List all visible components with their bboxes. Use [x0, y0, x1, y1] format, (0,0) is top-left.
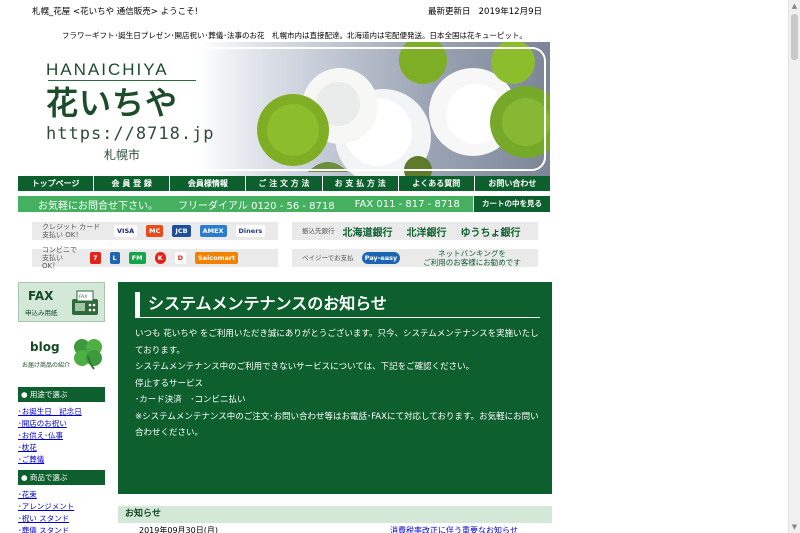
fax-number: FAX 011 - 817 - 8718 [354, 198, 460, 210]
maintenance-paragraph: ･カード決済 ･コンビニ払い [135, 395, 246, 405]
nav-member-info[interactable]: 会員様情報 [170, 176, 247, 191]
product-item-funeral-stand[interactable]: ･葬儀 スタンド [18, 525, 105, 533]
last-updated: 最新更新日 2019年12月9日 [428, 7, 542, 17]
seicomart-logo: Seicomart [195, 252, 239, 264]
fax-machine-icon: FAX [72, 290, 98, 315]
credit-card-strip: クレジット カード 支払い OK！ VISA MC JCB AMEX Diner… [32, 222, 278, 240]
bank-hokkaido: 北海道銀行 [342, 227, 393, 239]
scroll-thumb[interactable] [791, 14, 798, 60]
bank-label: 振込先銀行 [302, 227, 335, 235]
dailyyamazaki-logo: D [174, 252, 187, 264]
maintenance-body: いつも 花いちや をご利用いただき誠にありがとうございます。只今、システムメンテ… [135, 326, 541, 442]
product-item-celebration-stand[interactable]: ･祝い スタンド [18, 513, 105, 525]
bank-strip: 振込先銀行 北海道銀行 北洋銀行 ゆうちょ銀行 [292, 222, 538, 240]
purpose-item-opening[interactable]: ･開店のお祝い [18, 418, 105, 430]
vertical-scrollbar[interactable]: ▲ ▼ [788, 0, 800, 533]
page: 札幌_花屋 <花いちや 通信販売> ようこそ! 最新更新日 2019年12月9日… [0, 0, 800, 533]
product-heading: ● 商品で選ぶ [18, 470, 105, 485]
view-cart-button[interactable]: カートの中を見る [474, 196, 550, 212]
maintenance-paragraph: いつも 花いちや をご利用いただき誠にありがとうございます。只今、システムメンテ… [135, 329, 539, 356]
nav-contact[interactable]: お問い合わせ [475, 176, 550, 191]
seven-eleven-logo: 7 [90, 252, 101, 264]
purpose-item-funeral[interactable]: ･ご葬儀 [18, 454, 105, 466]
nav-faq[interactable]: よくある質問 [399, 176, 475, 191]
nav-payment-method[interactable]: お 支 払 方 法 [323, 176, 399, 191]
bank-hokuyo: 北洋銀行 [406, 227, 447, 239]
news-date: 2019年09月30日(月) [139, 526, 218, 533]
contact-bar: お気軽にお問合せ下さい。 フリーダイアル 0120 - 56 - 8718 FA… [18, 196, 473, 212]
maintenance-paragraph: 停止するサービス [135, 378, 204, 389]
news-row: 2019年09月30日(月) 消費税率改正に伴う重要なお知らせ [118, 525, 552, 533]
tagline: フラワーギフト･誕生日プレゼン･開店祝い･葬儀･法事のお花 札幌市内は直接配達。… [62, 31, 527, 40]
maintenance-notice: システムメンテナンスのお知らせ いつも 花いちや をご利用いただき誠にありがとう… [118, 282, 552, 494]
brand-city: 札幌市 [104, 148, 141, 162]
main-nav: トップページ 会 員 登 録 会員様情報 ご 注 文 方 法 お 支 払 方 法… [18, 176, 550, 191]
maintenance-paragraph: ※システムメンテナンス中のご注文･お問い合わせ等はお電話･FAXにて対応しており… [135, 411, 539, 439]
nav-order-method[interactable]: ご 注 文 方 法 [246, 176, 323, 191]
bank-yucho: ゆうちょ銀行 [460, 227, 521, 239]
visa-logo: VISA [114, 225, 138, 237]
news-link[interactable]: 消費税率改正に伴う重要なお知らせ [390, 525, 518, 533]
circlek-logo: K [154, 252, 166, 264]
free-dial: フリーダイアル 0120 - 56 - 8718 [178, 200, 335, 212]
fax-form-button[interactable]: FAX 申込み用紙 FAX [18, 282, 105, 322]
site-title: 札幌_花屋 <花いちや 通信販売> ようこそ! [32, 7, 199, 17]
blog-title: blog [30, 340, 60, 354]
amex-logo: AMEX [199, 225, 227, 237]
product-list: ･花束 ･アレンジメント ･祝い スタンド ･葬儀 スタンド [18, 489, 105, 533]
payeasy-logo: Pay-easy [361, 252, 401, 264]
maintenance-title: システムメンテナンスのお知らせ [135, 292, 540, 318]
brand-url: https://8718.jp [46, 124, 215, 144]
payeasy-label: ペイジーでお支払 [302, 254, 354, 262]
convenience-strip: コンビニで 支払い OK！ 7 L FM K D Seicomart [32, 246, 278, 270]
blog-button[interactable]: blog お届け商品の紹介 [18, 334, 105, 374]
fax-subtitle: 申込み用紙 [25, 309, 58, 317]
purpose-item-offering[interactable]: ･お供え･仏事 [18, 430, 105, 442]
lawson-logo: L [109, 252, 120, 264]
blog-subtitle: お届け商品の紹介 [22, 362, 71, 369]
purpose-list: ･お誕生日 記念日 ･開店のお祝い ･お供え･仏事 ･枕花 ･ご葬儀 [18, 406, 105, 466]
brand-name-en: HANAICHIYA [46, 60, 169, 79]
product-item-bouquet[interactable]: ･花束 [18, 489, 105, 501]
nav-top-page[interactable]: トップページ [18, 176, 95, 191]
convenience-label: コンビニで 支払い OK！ [42, 246, 77, 270]
familymart-logo: FM [128, 252, 146, 264]
purpose-heading: ● 用途で選ぶ [18, 387, 105, 402]
brand-name-jp: 花いちや [46, 84, 179, 122]
contact-prompt: お気軽にお問合せ下さい。 [38, 200, 158, 212]
jcb-logo: JCB [172, 225, 191, 237]
scroll-up-icon[interactable]: ▲ [789, 0, 800, 12]
clover-icon [74, 339, 102, 370]
netbank-note: ネットバンキングを ご利用のお客様にお勧めです [423, 249, 521, 267]
mastercard-logo: MC [146, 225, 164, 237]
purpose-item-birthday[interactable]: ･お誕生日 記念日 [18, 406, 105, 418]
maintenance-paragraph: システムメンテナンス中のご利用できないサービスについては、下記をご確認ください。 [135, 362, 475, 372]
hero-banner[interactable]: HANAICHIYA 花いちや https://8718.jp 札幌市 [18, 42, 550, 176]
product-item-arrangement[interactable]: ･アレンジメント [18, 501, 105, 513]
diners-logo: Diners [235, 225, 266, 237]
purpose-item-makurabana[interactable]: ･枕花 [18, 442, 105, 454]
nav-member-register[interactable]: 会 員 登 録 [94, 176, 171, 191]
scroll-down-icon[interactable]: ▼ [789, 521, 800, 533]
top-info-line: 札幌_花屋 <花いちや 通信販売> ようこそ! 最新更新日 2019年12月9日 [32, 5, 542, 17]
credit-label: クレジット カード 支払い OK！ [42, 223, 101, 239]
fax-title: FAX [28, 289, 54, 303]
news-heading: お知らせ [118, 506, 552, 523]
fax-icon-label: FAX [79, 294, 87, 300]
payeasy-strip: ペイジーでお支払 Pay-easy ネットバンキングを ご利用のお客様にお勧めで… [292, 249, 538, 267]
